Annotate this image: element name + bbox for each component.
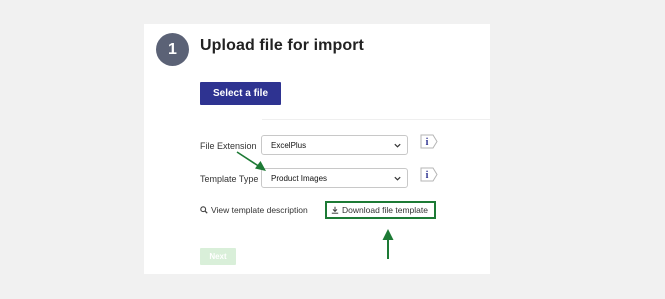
file-extension-label: File Extension	[200, 141, 257, 151]
info-icon[interactable]: i	[420, 134, 438, 149]
file-extension-value: ExcelPlus	[271, 141, 307, 150]
file-extension-select[interactable]: ExcelPlus	[261, 135, 408, 155]
step-number-badge: 1	[156, 33, 189, 66]
template-type-select[interactable]: Product Images	[261, 168, 408, 188]
template-type-label: Template Type	[200, 174, 259, 184]
svg-text:i: i	[426, 170, 429, 181]
next-button[interactable]: Next	[200, 248, 236, 265]
download-highlight-box: Download file template	[325, 201, 436, 219]
download-file-template-link[interactable]: Download file template	[331, 205, 428, 215]
svg-text:i: i	[426, 137, 429, 148]
view-template-description-link[interactable]: View template description	[200, 205, 308, 215]
template-type-value: Product Images	[271, 174, 328, 183]
page-title: Upload file for import	[200, 37, 364, 54]
view-template-description-label: View template description	[211, 205, 308, 215]
chevron-down-icon	[394, 176, 401, 181]
upload-panel: 1 Upload file for import Select a file F…	[144, 24, 490, 274]
select-file-button[interactable]: Select a file	[200, 82, 281, 105]
divider	[262, 119, 490, 120]
search-icon	[200, 206, 208, 214]
download-file-template-label: Download file template	[342, 205, 428, 215]
download-icon	[331, 206, 339, 214]
chevron-down-icon	[394, 143, 401, 148]
info-icon[interactable]: i	[420, 167, 438, 182]
